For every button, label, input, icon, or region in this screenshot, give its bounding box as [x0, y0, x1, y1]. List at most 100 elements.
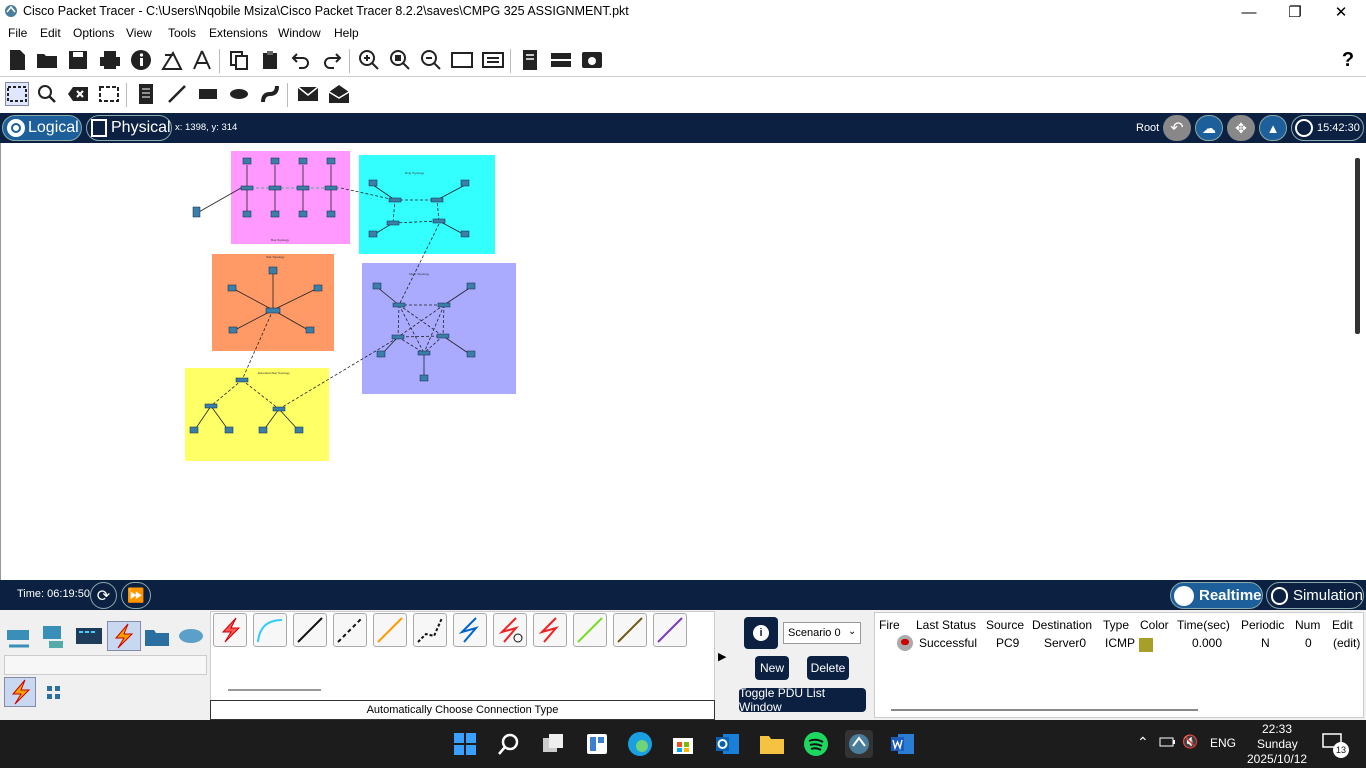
- scenario-select[interactable]: Scenario 0 ⌄: [783, 622, 861, 644]
- place-note-icon[interactable]: [134, 82, 158, 106]
- collapse-arrow-icon[interactable]: ▶: [718, 650, 730, 680]
- pdu-edit-link[interactable]: (edit): [1333, 636, 1360, 650]
- spotify-icon[interactable]: [802, 730, 830, 758]
- device-template-icon[interactable]: [549, 48, 573, 72]
- menu-edit[interactable]: Edit: [40, 26, 61, 40]
- serial-dce-cable-icon[interactable]: [493, 613, 527, 647]
- menu-file[interactable]: File: [8, 26, 27, 40]
- pdu-scrollbar[interactable]: [891, 709, 1198, 711]
- phone-cable-icon[interactable]: [413, 613, 447, 647]
- fire-icon[interactable]: [897, 635, 913, 651]
- word-icon[interactable]: [889, 730, 917, 758]
- packet-tracer-taskbar-icon[interactable]: [845, 730, 873, 758]
- console-cable-icon[interactable]: [253, 613, 287, 647]
- tray-chevron-up-icon[interactable]: ⌃: [1137, 734, 1149, 751]
- select-icon[interactable]: [5, 82, 29, 106]
- coaxial-cable-icon[interactable]: [453, 613, 487, 647]
- tray-time[interactable]: 22:33: [1262, 722, 1292, 736]
- grid-icon[interactable]: [45, 684, 63, 702]
- widgets-icon[interactable]: [583, 730, 611, 758]
- vertical-scrollbar[interactable]: [1355, 158, 1360, 334]
- menu-extensions[interactable]: Extensions: [209, 26, 268, 40]
- delete-icon[interactable]: [66, 82, 90, 106]
- end-devices-icon[interactable]: [39, 622, 73, 652]
- background-image-icon[interactable]: ▲: [1259, 115, 1287, 141]
- new-file-icon[interactable]: [5, 48, 29, 72]
- simulation-mode-button[interactable]: Simulation: [1266, 582, 1364, 609]
- fast-forward-icon[interactable]: ⏩: [121, 582, 151, 609]
- misc-icon[interactable]: [142, 622, 176, 652]
- auto-connection-icon[interactable]: [4, 677, 36, 707]
- help-icon[interactable]: ?: [1336, 48, 1360, 72]
- serial-dte-cable-icon[interactable]: [533, 613, 567, 647]
- draw-ellipse-icon[interactable]: [227, 82, 251, 106]
- multiuser-icon[interactable]: [176, 622, 210, 652]
- volume-muted-icon[interactable]: 🔇: [1182, 734, 1198, 750]
- copy-icon[interactable]: [227, 48, 251, 72]
- open-folder-icon[interactable]: [35, 48, 59, 72]
- usb-cable-icon[interactable]: [653, 613, 687, 647]
- edge-icon[interactable]: [626, 730, 654, 758]
- close-button[interactable]: ✕: [1318, 0, 1364, 24]
- back-icon[interactable]: ↶: [1163, 115, 1191, 141]
- fiber-cable-icon[interactable]: [373, 613, 407, 647]
- crossover-cable-icon[interactable]: [333, 613, 367, 647]
- draw-line-icon[interactable]: [165, 82, 189, 106]
- zoom-out-icon[interactable]: [419, 48, 443, 72]
- store-icon[interactable]: [669, 730, 697, 758]
- move-object-icon[interactable]: ✥: [1227, 115, 1255, 141]
- drawing-palette-icon[interactable]: [450, 48, 474, 72]
- freeform-icon[interactable]: [258, 82, 282, 106]
- scenario-info-icon[interactable]: i: [744, 617, 778, 649]
- activity-wizard-icon[interactable]: [160, 48, 184, 72]
- undo-icon[interactable]: [289, 48, 313, 72]
- draw-rectangle-icon[interactable]: [196, 82, 220, 106]
- viewport-clock[interactable]: 15:42:30: [1291, 115, 1364, 141]
- pt-web-icon[interactable]: [580, 48, 604, 72]
- octal-cable-icon[interactable]: [573, 613, 607, 647]
- menu-tools[interactable]: Tools: [168, 26, 196, 40]
- components-icon[interactable]: [74, 622, 108, 652]
- restore-button[interactable]: ❐: [1272, 0, 1318, 24]
- zoom-in-icon[interactable]: [357, 48, 381, 72]
- auto-cable-icon[interactable]: [213, 613, 247, 647]
- inspect-icon[interactable]: [35, 82, 59, 106]
- tray-day[interactable]: Sunday: [1257, 737, 1298, 751]
- add-complex-pdu-icon[interactable]: [327, 82, 351, 106]
- outlook-icon[interactable]: [714, 730, 742, 758]
- straight-through-cable-icon[interactable]: [293, 613, 327, 647]
- tab-physical[interactable]: Physical: [86, 115, 172, 141]
- add-simple-pdu-icon[interactable]: [296, 82, 320, 106]
- search-icon[interactable]: [495, 730, 523, 758]
- task-view-icon[interactable]: [539, 730, 567, 758]
- battery-icon[interactable]: [1158, 735, 1176, 752]
- menu-options[interactable]: Options: [73, 26, 114, 40]
- file-explorer-icon[interactable]: [758, 730, 786, 758]
- workspace-list-icon[interactable]: [518, 48, 542, 72]
- power-cycle-icon[interactable]: ⟳: [90, 582, 117, 609]
- language-indicator[interactable]: ENG: [1210, 736, 1236, 750]
- info-icon[interactable]: [129, 48, 153, 72]
- delete-scenario-button[interactable]: Delete: [807, 656, 849, 680]
- iot-cable-icon[interactable]: [613, 613, 647, 647]
- redo-icon[interactable]: [320, 48, 344, 72]
- print-icon[interactable]: [98, 48, 122, 72]
- connection-scrollbar[interactable]: [228, 689, 321, 691]
- menu-window[interactable]: Window: [278, 26, 321, 40]
- save-icon[interactable]: [66, 48, 90, 72]
- minimize-button[interactable]: —: [1226, 0, 1272, 24]
- zoom-reset-icon[interactable]: [388, 48, 412, 72]
- menu-help[interactable]: Help: [334, 26, 359, 40]
- toggle-pdu-list-button[interactable]: Toggle PDU List Window: [739, 686, 866, 714]
- connections-icon[interactable]: [107, 621, 141, 651]
- resize-shape-icon[interactable]: [97, 82, 121, 106]
- tray-date[interactable]: 2025/10/12: [1247, 752, 1307, 766]
- start-icon[interactable]: [451, 730, 479, 758]
- tab-logical[interactable]: Logical: [2, 115, 82, 141]
- menu-view[interactable]: View: [126, 26, 152, 40]
- realtime-mode-button[interactable]: Realtime: [1170, 582, 1263, 609]
- new-scenario-button[interactable]: New: [755, 656, 789, 680]
- network-devices-icon[interactable]: [4, 622, 38, 652]
- logical-workspace-canvas[interactable]: Bus Topology Ring Topology Star Topology…: [0, 143, 1366, 580]
- new-cluster-icon[interactable]: ☁: [1195, 115, 1223, 141]
